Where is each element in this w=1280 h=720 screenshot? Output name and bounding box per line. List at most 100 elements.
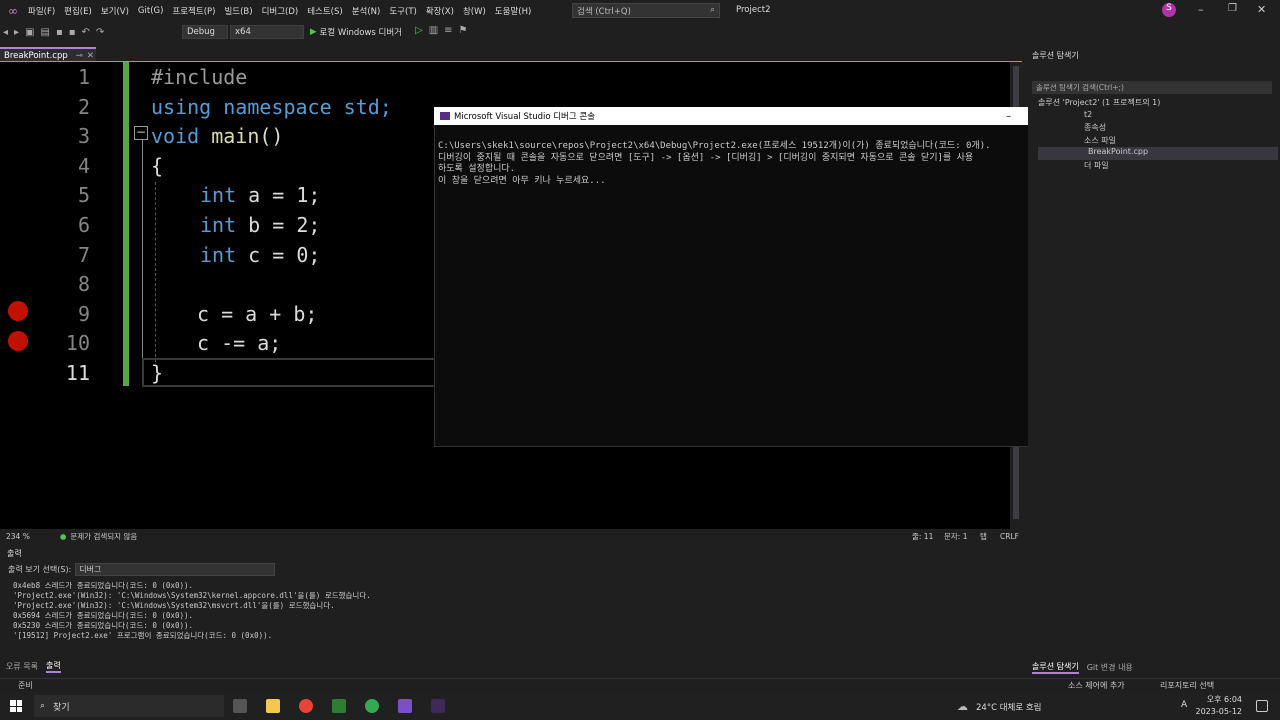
- code-line[interactable]: {: [151, 154, 163, 178]
- save-all-icon[interactable]: ▪: [69, 27, 76, 38]
- toolbar-right: ▷ ▥ ≡ ⚑: [412, 25, 471, 36]
- tab-git-changes[interactable]: Git 변경 내용: [1087, 662, 1133, 673]
- tree-item[interactable]: 더 파일: [1038, 160, 1278, 173]
- outline-line: [142, 140, 143, 387]
- menu-item[interactable]: 프로젝트(P): [172, 5, 215, 17]
- taskbar-search[interactable]: ⌕ 찾기: [34, 695, 224, 717]
- search-input[interactable]: 검색 (Ctrl+Q) ⌕: [572, 3, 720, 18]
- chrome-icon[interactable]: [299, 699, 313, 713]
- search-icon: ⌕: [710, 5, 715, 15]
- format-icon[interactable]: ≡: [444, 25, 452, 36]
- select-repo-button[interactable]: 리포지토리 선택: [1160, 680, 1214, 691]
- platform-select[interactable]: x64: [230, 25, 304, 39]
- solution-search-input[interactable]: 솔루션 탐색기 검색(Ctrl+;): [1032, 81, 1272, 94]
- line-number: 8: [77, 272, 90, 297]
- tab-solution-explorer[interactable]: 솔루션 탐색기: [1032, 661, 1079, 674]
- avatar[interactable]: S: [1162, 3, 1176, 17]
- code-line[interactable]: }: [151, 361, 163, 385]
- code-line[interactable]: int c = 0;: [200, 243, 320, 267]
- notepad-icon[interactable]: [332, 699, 346, 713]
- code-line[interactable]: c = a + b;: [197, 302, 317, 326]
- undo-icon[interactable]: ↶: [82, 27, 90, 38]
- close-icon[interactable]: ✕: [1257, 3, 1266, 16]
- menu-item[interactable]: 파일(F): [28, 5, 55, 17]
- output-panel: 출력 출력 보기 선택(S): 디버그 0x4eb8 스레드가 종료되었습니다(…: [0, 545, 1022, 673]
- bookmark-icon[interactable]: ⚑: [459, 25, 468, 36]
- menu-item[interactable]: 보기(V): [101, 5, 129, 17]
- visual-studio-icon[interactable]: [398, 699, 412, 713]
- new-project-icon[interactable]: ▣: [25, 27, 34, 38]
- file-explorer-icon[interactable]: [266, 699, 280, 713]
- menu-item[interactable]: 편집(E): [64, 5, 92, 17]
- char-number: 문자: 1: [944, 532, 968, 541]
- line-number: 7: [77, 242, 90, 267]
- tree-item[interactable]: 소스 파일: [1038, 135, 1278, 148]
- console-minimize-icon[interactable]: –: [1006, 111, 1011, 122]
- forward-icon[interactable]: ▸: [14, 27, 19, 38]
- build-icon[interactable]: ▥: [429, 25, 438, 36]
- breakpoint-icon[interactable]: [8, 331, 28, 351]
- breakpoint-icon[interactable]: [8, 301, 28, 321]
- console-app-icon[interactable]: [431, 699, 445, 713]
- zoom-level[interactable]: 234 %: [6, 532, 30, 541]
- source-control-button[interactable]: 소스 제어에 추가: [1068, 680, 1125, 691]
- output-source-label: 출력 보기 선택(S):: [8, 565, 72, 574]
- line-number: 4: [77, 153, 90, 178]
- chrome-profile-icon[interactable]: [365, 699, 379, 713]
- task-view-icon[interactable]: [233, 699, 247, 713]
- menu-item[interactable]: 도움말(H): [495, 5, 531, 17]
- code-line[interactable]: using namespace std;: [151, 95, 392, 119]
- windows-start-icon[interactable]: [10, 700, 22, 712]
- menu-item[interactable]: 디버그(D): [262, 5, 299, 17]
- code-line[interactable]: #include: [151, 65, 247, 89]
- search-icon: ⌕: [40, 701, 46, 711]
- code-line[interactable]: c -= a;: [197, 331, 281, 355]
- open-icon[interactable]: ▤: [41, 27, 50, 38]
- tab-error-list[interactable]: 오류 목록: [6, 661, 38, 672]
- run-debugger-button[interactable]: ▶ 로컬 Windows 디버거: [310, 26, 402, 38]
- save-icon[interactable]: ▪: [56, 27, 63, 38]
- redo-icon[interactable]: ↷: [96, 27, 104, 38]
- restore-icon[interactable]: ❐: [1228, 3, 1237, 14]
- menu-item[interactable]: 확장(X): [426, 5, 454, 17]
- ime-indicator[interactable]: A: [1181, 700, 1187, 710]
- output-source-select[interactable]: 디버그: [75, 563, 276, 576]
- clock-date[interactable]: 2023-05-12: [1194, 707, 1243, 716]
- solution-tabs: 솔루션 탐색기 Git 변경 내용: [1032, 661, 1133, 674]
- code-line[interactable]: int a = 1;: [200, 183, 320, 207]
- issues-status[interactable]: 문제가 검색되지 않음: [70, 531, 137, 542]
- line-number: 1: [77, 65, 90, 89]
- line-ending: CRLF: [1000, 532, 1019, 541]
- console-line: 디버깅이 중지될 때 콘솔을 자동으로 닫으려면 [도구] -> [옵션] ->…: [438, 152, 974, 163]
- code-line[interactable]: void main(): [151, 124, 283, 148]
- tree-item[interactable]: t2: [1038, 110, 1278, 123]
- tab-mode: 탭: [980, 532, 987, 541]
- back-icon[interactable]: ◂: [3, 27, 8, 38]
- weather-text[interactable]: 24°C 대체로 흐림: [976, 701, 1042, 713]
- tree-item[interactable]: 솔루션 'Project2' (1 프로젝트의 1): [1038, 97, 1278, 110]
- minimize-icon[interactable]: –: [1198, 3, 1204, 16]
- menu-item[interactable]: 창(W): [463, 5, 486, 17]
- start-without-debug-icon[interactable]: ▷: [415, 25, 423, 36]
- menu-item[interactable]: 테스트(S): [307, 5, 343, 17]
- line-number: 줄: 11: [912, 532, 934, 541]
- menu-item[interactable]: Git(G): [138, 6, 164, 16]
- menu-item[interactable]: 도구(T): [389, 5, 416, 17]
- code-line[interactable]: int b = 2;: [200, 213, 320, 237]
- change-bar: [123, 62, 129, 386]
- notification-icon[interactable]: [1256, 700, 1268, 712]
- check-icon: ●: [59, 532, 67, 541]
- tab-close-icon[interactable]: ✕: [87, 51, 94, 61]
- menu-item[interactable]: 빌드(B): [224, 5, 252, 17]
- project-title: Project2: [736, 5, 771, 15]
- tree-item[interactable]: 종속성: [1038, 122, 1278, 135]
- tree-item[interactable]: BreakPoint.cpp: [1038, 147, 1278, 160]
- menu-item[interactable]: 분석(N): [352, 5, 381, 17]
- tab-breakpoint-cpp[interactable]: BreakPoint.cpp ⊸ ✕: [0, 47, 96, 62]
- pin-icon[interactable]: ⊸: [76, 51, 83, 61]
- collapse-icon[interactable]: −: [134, 126, 148, 140]
- tab-output[interactable]: 출력: [45, 660, 61, 673]
- config-select[interactable]: Debug: [182, 25, 228, 39]
- clock-time[interactable]: 오후 6:04: [1200, 694, 1242, 705]
- console-title-bar: Microsoft Visual Studio 디버그 콘솔 – ☐ ✕: [434, 107, 1086, 125]
